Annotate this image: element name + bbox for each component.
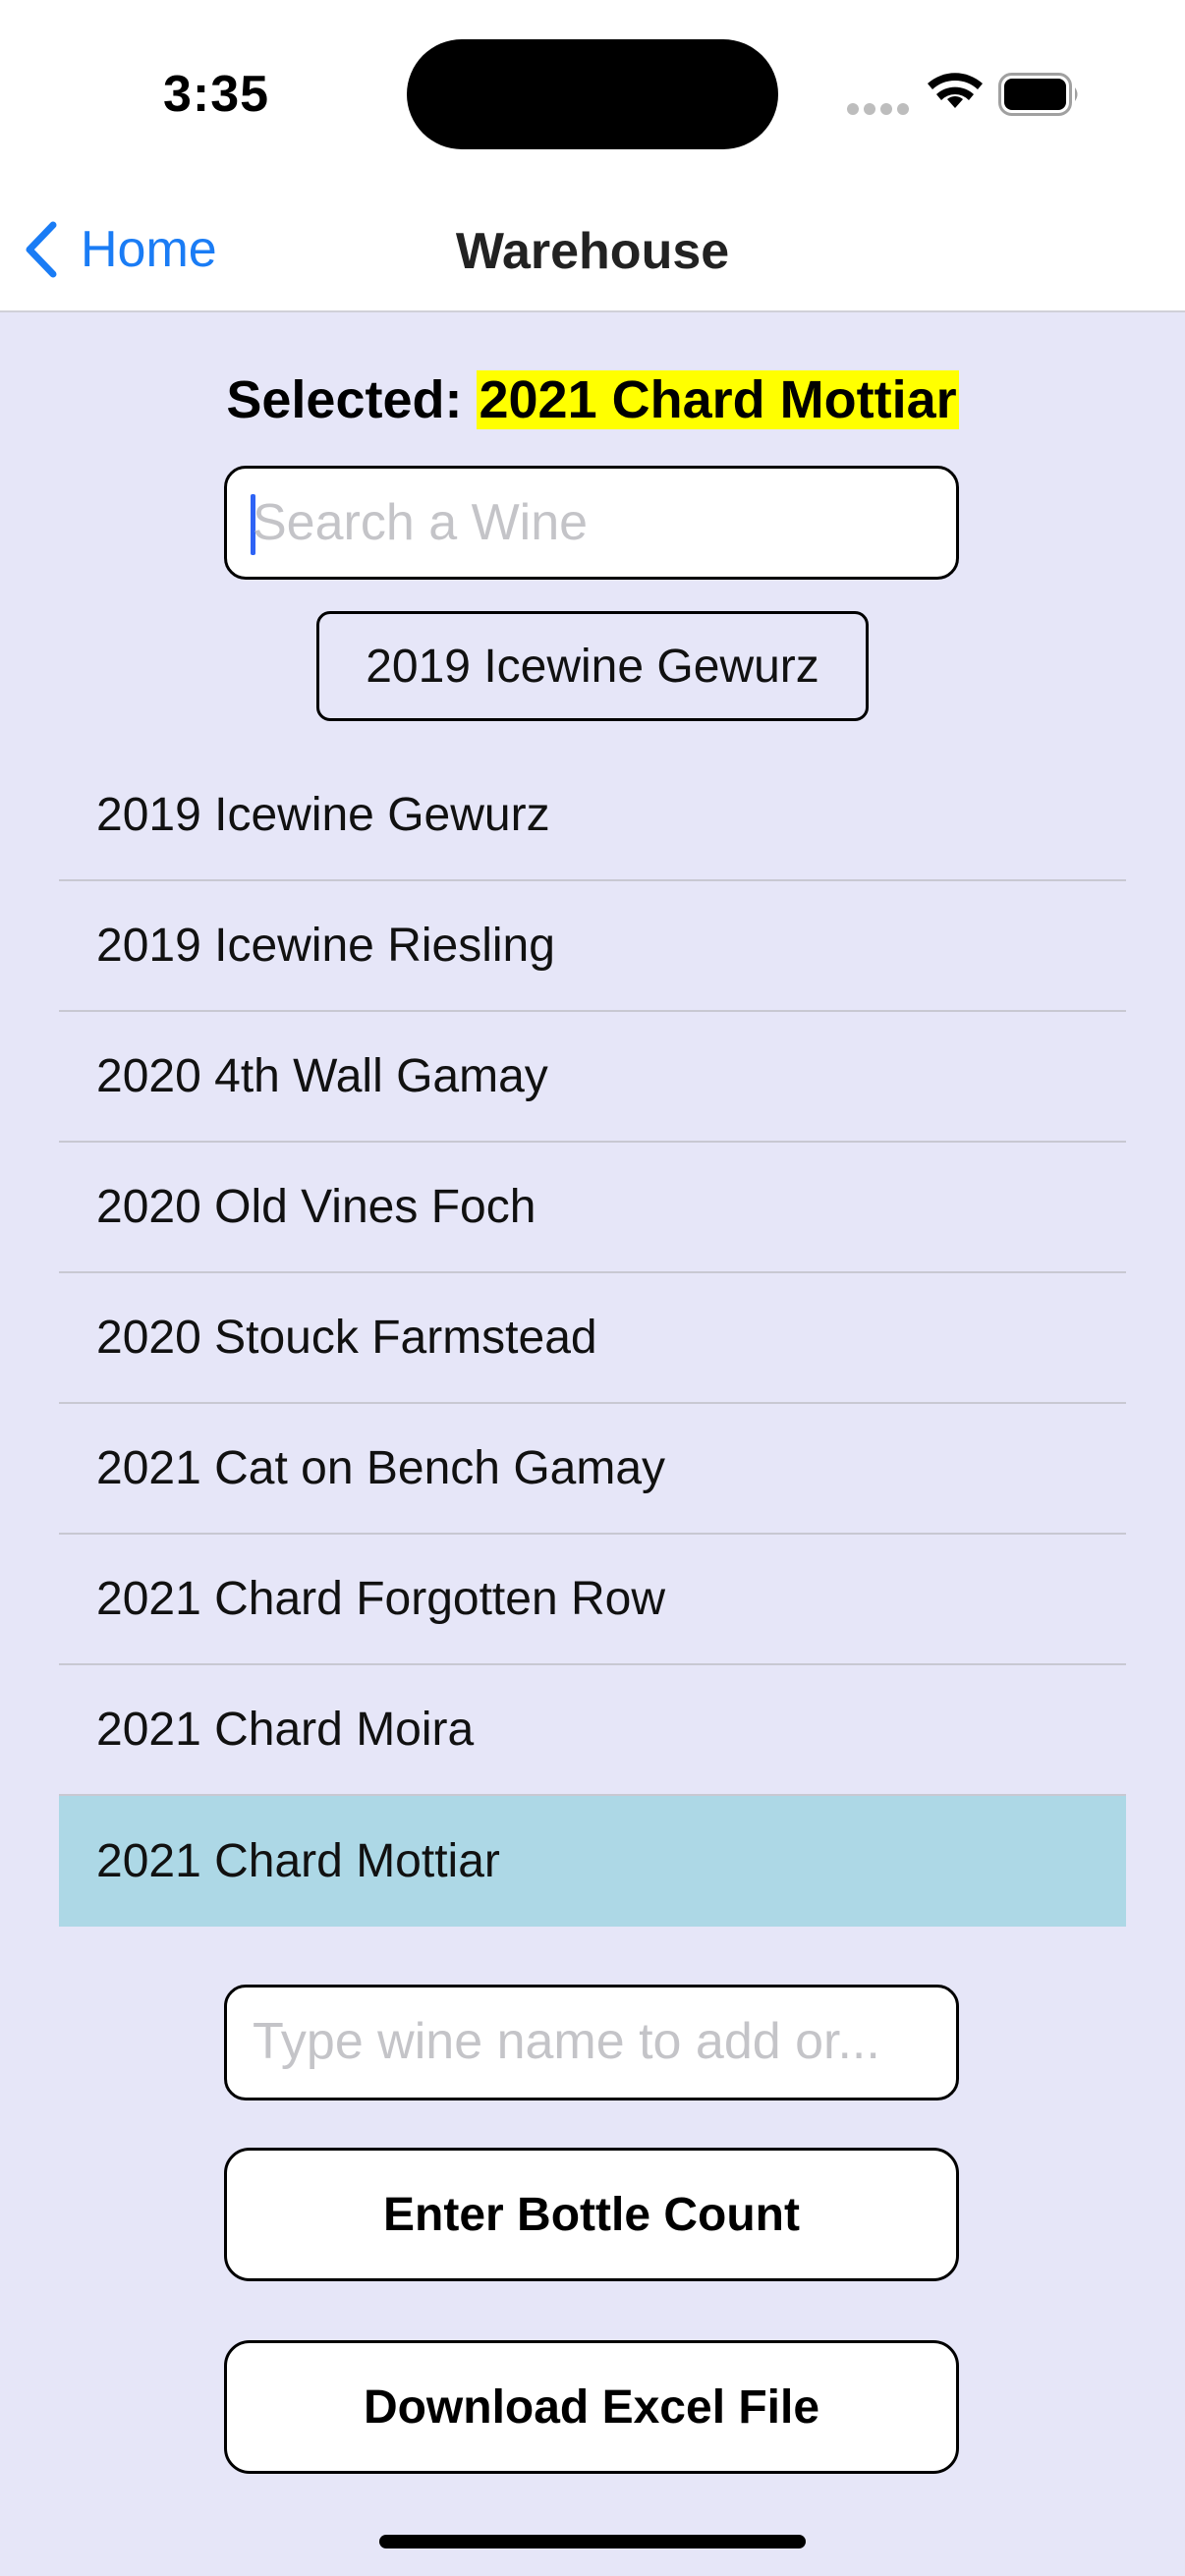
- status-time: 3:35: [163, 66, 270, 123]
- list-item[interactable]: 2020 Old Vines Foch: [59, 1143, 1126, 1273]
- list-item[interactable]: 2021 Chard Forgotten Row: [59, 1535, 1126, 1665]
- navigation-bar: Home Warehouse: [0, 187, 1185, 312]
- battery-icon: [998, 73, 1081, 121]
- selected-label: Selected:: [226, 370, 478, 429]
- search-input[interactable]: [253, 469, 931, 577]
- wifi-icon: [928, 71, 983, 117]
- wine-list: 2019 Icewine Gewurz 2019 Icewine Rieslin…: [59, 751, 1126, 1927]
- suggestion-chip-button[interactable]: 2019 Icewine Gewurz: [316, 611, 869, 721]
- list-item[interactable]: 2019 Icewine Gewurz: [59, 751, 1126, 881]
- enter-bottle-count-button[interactable]: Enter Bottle Count: [224, 2148, 959, 2281]
- selected-wine-line: Selected: 2021 Chard Mottiar: [0, 369, 1185, 430]
- status-bar: 3:35: [0, 0, 1185, 187]
- list-item[interactable]: 2019 Icewine Riesling: [59, 881, 1126, 1012]
- signal-dots-icon: [847, 102, 914, 120]
- list-item[interactable]: 2020 4th Wall Gamay: [59, 1012, 1126, 1143]
- selected-wine-value: 2021 Chard Mottiar: [477, 370, 959, 429]
- page-title: Warehouse: [455, 223, 730, 280]
- home-indicator[interactable]: [379, 2535, 806, 2548]
- list-item-selected[interactable]: 2021 Chard Mottiar: [59, 1796, 1126, 1927]
- dynamic-island: [407, 39, 778, 149]
- add-wine-field[interactable]: [224, 1985, 959, 2100]
- list-item[interactable]: 2021 Cat on Bench Gamay: [59, 1404, 1126, 1535]
- list-item[interactable]: 2021 Chard Moira: [59, 1665, 1126, 1796]
- search-field[interactable]: [224, 466, 959, 580]
- download-excel-button[interactable]: Download Excel File: [224, 2340, 959, 2474]
- add-wine-input[interactable]: [253, 1988, 931, 2096]
- list-item[interactable]: 2020 Stouck Farmstead: [59, 1273, 1126, 1404]
